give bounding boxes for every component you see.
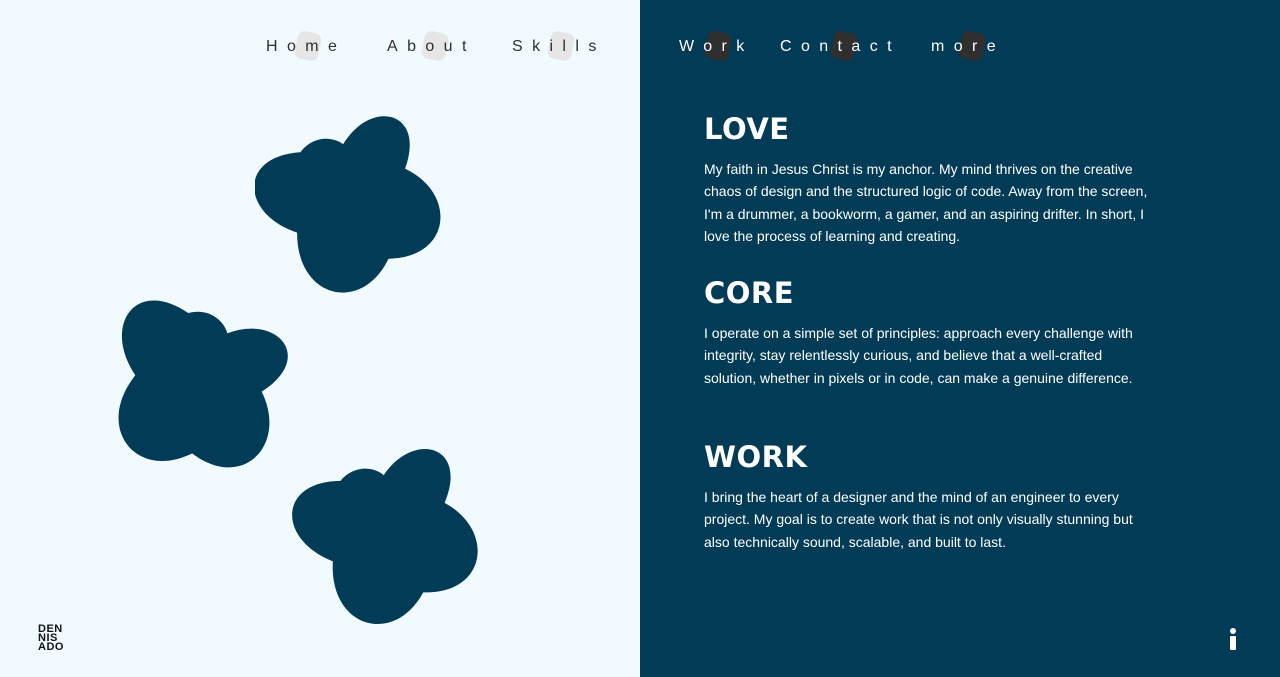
nav-item-about[interactable]: About <box>387 29 476 63</box>
info-icon[interactable] <box>1226 628 1242 652</box>
nav-item-label: Skills <box>512 38 606 55</box>
nav-item-home[interactable]: Home <box>266 29 347 63</box>
nav-item-label: Work <box>679 38 754 55</box>
section-core: CORE I operate on a simple set of princi… <box>704 276 1154 389</box>
nav-item-label: Contact <box>780 38 901 55</box>
info-icon-dot <box>1230 628 1236 634</box>
decor-blob-shape-3 <box>292 449 478 624</box>
section-love: LOVE My faith in Jesus Christ is my anch… <box>704 112 1154 248</box>
nav-item-label: Home <box>266 38 347 55</box>
nav-item-work[interactable]: Work <box>679 29 754 63</box>
logo-line: ADO <box>38 641 78 653</box>
section-body: My faith in Jesus Christ is my anchor. M… <box>704 161 1148 245</box>
info-icon-stem <box>1230 636 1236 650</box>
section-body: I operate on a simple set of principles:… <box>704 325 1133 386</box>
nav-item-skills[interactable]: Skills <box>512 29 606 63</box>
nav-item-label: more <box>931 38 1006 55</box>
section-work: WORK I bring the heart of a designer and… <box>704 440 1154 553</box>
section-heading: WORK <box>704 440 808 474</box>
main-nav: Home About Skills Work Contact more <box>0 29 1280 63</box>
nav-item-contact[interactable]: Contact <box>780 29 901 63</box>
nav-item-label: About <box>387 38 476 55</box>
logo-line-text: ADO <box>38 641 64 653</box>
section-heading: CORE <box>704 276 795 310</box>
nav-item-more[interactable]: more <box>931 29 1006 63</box>
section-body: I bring the heart of a designer and the … <box>704 489 1133 550</box>
decor-blob-shape-2 <box>118 300 288 468</box>
section-heading: LOVE <box>704 112 790 146</box>
decor-blob-shape-1 <box>255 116 441 293</box>
site-logo[interactable]: DEN NIS ADO <box>38 624 78 655</box>
